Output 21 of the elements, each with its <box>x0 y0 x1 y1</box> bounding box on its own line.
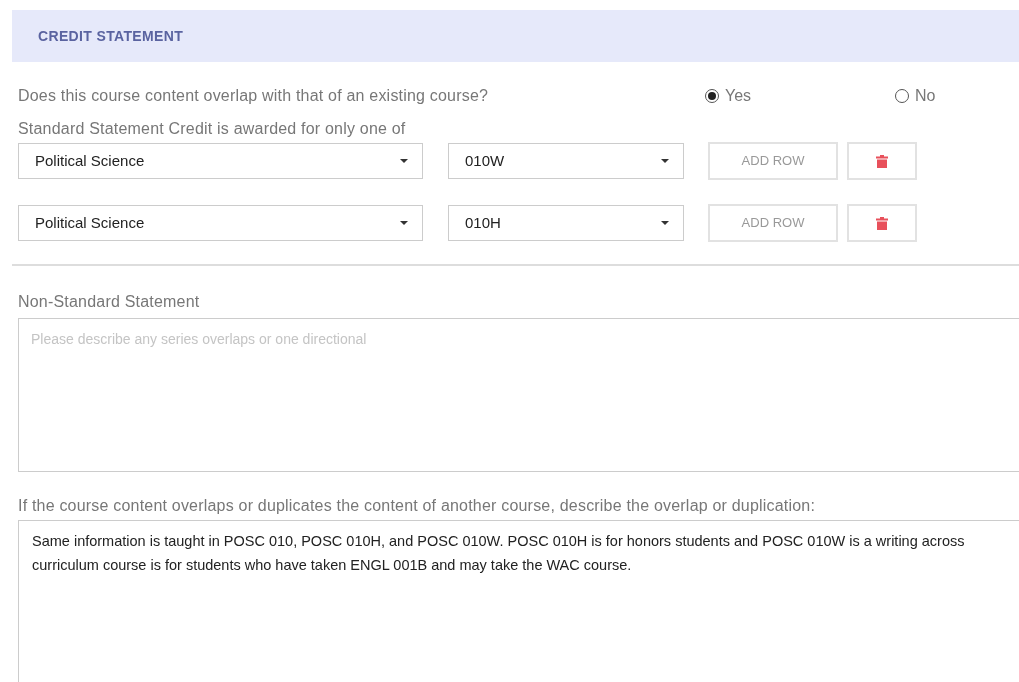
caret-icon <box>661 221 669 225</box>
field-label: If the course content overlaps or duplicates the content of another course, describe the overlap or duplication: <box>17 496 817 516</box>
question-label: Does this course content overlap with that of an existing course? <box>18 86 490 106</box>
radio-label[interactable]: No <box>915 84 936 108</box>
caret-icon <box>400 159 408 163</box>
text-area[interactable]: Please describe any series overlaps or one directional <box>18 318 1019 472</box>
field-label: Non-Standard Statement <box>17 292 201 312</box>
caret-icon <box>400 221 408 225</box>
dropdown[interactable]: 010H <box>448 205 684 241</box>
trash-icon <box>876 216 888 230</box>
trash-icon <box>876 154 888 168</box>
dropdown[interactable]: Political Science <box>18 143 423 179</box>
caret-icon <box>661 159 669 163</box>
dropdown[interactable]: Political Science <box>18 205 423 241</box>
radio-label[interactable]: Yes <box>725 84 752 108</box>
dropdown[interactable]: 010W <box>448 143 684 179</box>
delete-button[interactable] <box>847 142 917 180</box>
text-area[interactable]: Same information is taught in POSC 010, POSC 010H, and POSC 010W. POSC 010H is for honors students and POSC 010W is a writing across curriculum course is for students who have taken ENGL 001B and may take the WAC course. <box>18 520 1019 682</box>
section-title: CREDIT STATEMENT <box>38 26 184 46</box>
field-label: Standard Statement Credit is awarded for only one of <box>17 119 407 139</box>
delete-button[interactable] <box>847 204 917 242</box>
